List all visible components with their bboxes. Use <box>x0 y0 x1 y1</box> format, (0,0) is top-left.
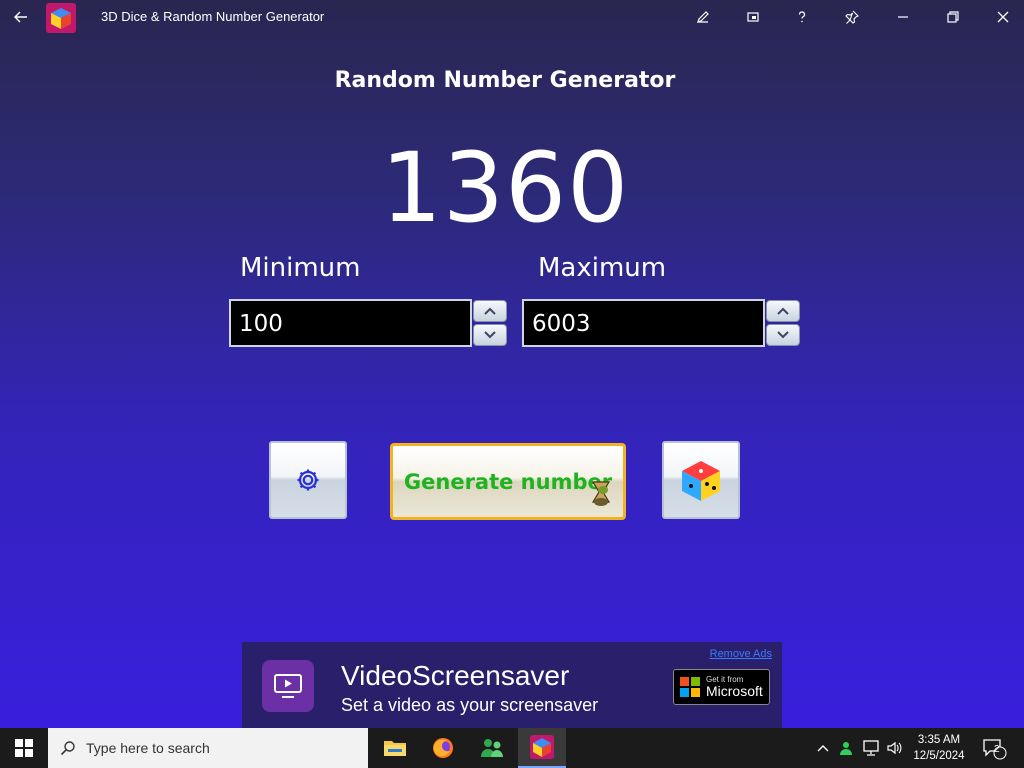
result-number: 1360 <box>380 132 630 244</box>
minimum-input[interactable]: 100 <box>229 299 472 347</box>
restore-icon[interactable] <box>933 0 973 34</box>
taskbar-clock[interactable]: 3:35 AM 12/5/2024 <box>905 732 973 764</box>
taskbar: Type here to search 3:35 AM 12/5/2024 2 <box>0 728 1024 768</box>
people-app-icon[interactable] <box>468 728 516 768</box>
minimize-icon[interactable] <box>883 0 923 34</box>
title-bar: 3D Dice & Random Number Generator <box>0 0 1024 34</box>
generate-number-button[interactable]: Generate number <box>390 443 626 520</box>
microsoft-logo-icon <box>680 677 700 697</box>
generate-number-label: Generate number <box>403 469 613 494</box>
chevron-up-icon <box>777 307 789 315</box>
busy-cursor-icon <box>591 481 611 506</box>
settings-button[interactable] <box>269 441 347 519</box>
pen-icon[interactable] <box>683 0 723 34</box>
gear-icon <box>297 469 319 491</box>
search-icon <box>60 741 75 756</box>
minimum-decrement-button[interactable] <box>473 324 507 346</box>
show-hidden-icons-chevron-icon[interactable] <box>814 728 832 768</box>
start-button[interactable] <box>0 728 48 768</box>
ad-subtitle: Set a video as your screensaver <box>341 695 599 715</box>
compact-overlay-icon[interactable] <box>733 0 773 34</box>
chevron-down-icon <box>777 331 789 339</box>
ad-banner[interactable]: VideoScreensaver Set a video as your scr… <box>242 642 782 728</box>
volume-icon[interactable] <box>884 728 904 768</box>
remove-ads-link[interactable]: Remove Ads <box>710 648 772 660</box>
maximum-input[interactable]: 6003 <box>522 299 765 347</box>
notification-count-badge: 2 <box>994 744 1000 755</box>
back-arrow-icon[interactable] <box>8 4 34 30</box>
clock-time: 3:35 AM <box>917 734 961 746</box>
help-icon[interactable] <box>782 0 822 34</box>
store-badge-line2: Microsoft <box>706 683 763 699</box>
app-logo-icon <box>46 3 76 33</box>
windows-logo-icon <box>15 739 33 757</box>
chevron-down-icon <box>484 331 496 339</box>
page-title: Random Number Generator <box>334 68 676 93</box>
dice-app-taskbar-icon[interactable] <box>518 728 566 768</box>
dice-mode-button[interactable] <box>662 441 740 519</box>
minimum-label: Minimum <box>240 253 361 283</box>
network-icon[interactable] <box>860 728 882 768</box>
clock-date: 12/5/2024 <box>913 750 965 762</box>
close-icon[interactable] <box>983 0 1023 34</box>
notifications-button[interactable]: 2 <box>978 728 1010 768</box>
taskbar-search-box[interactable]: Type here to search <box>48 728 368 768</box>
screensaver-app-icon <box>262 660 314 712</box>
pin-icon[interactable] <box>832 0 872 34</box>
firefox-icon[interactable] <box>419 728 467 768</box>
file-explorer-icon[interactable] <box>371 728 419 768</box>
maximum-increment-button[interactable] <box>766 300 800 322</box>
maximum-decrement-button[interactable] <box>766 324 800 346</box>
ad-title: VideoScreensaver <box>341 660 570 691</box>
people-tray-icon[interactable] <box>836 728 856 768</box>
app-title: 3D Dice & Random Number Generator <box>101 9 325 24</box>
search-placeholder: Type here to search <box>86 740 210 756</box>
minimum-increment-button[interactable] <box>473 300 507 322</box>
dice-icon <box>682 461 720 501</box>
microsoft-store-badge[interactable]: Get it from Microsoft <box>673 669 770 705</box>
maximum-label: Maximum <box>538 253 667 283</box>
chevron-up-icon <box>484 307 496 315</box>
